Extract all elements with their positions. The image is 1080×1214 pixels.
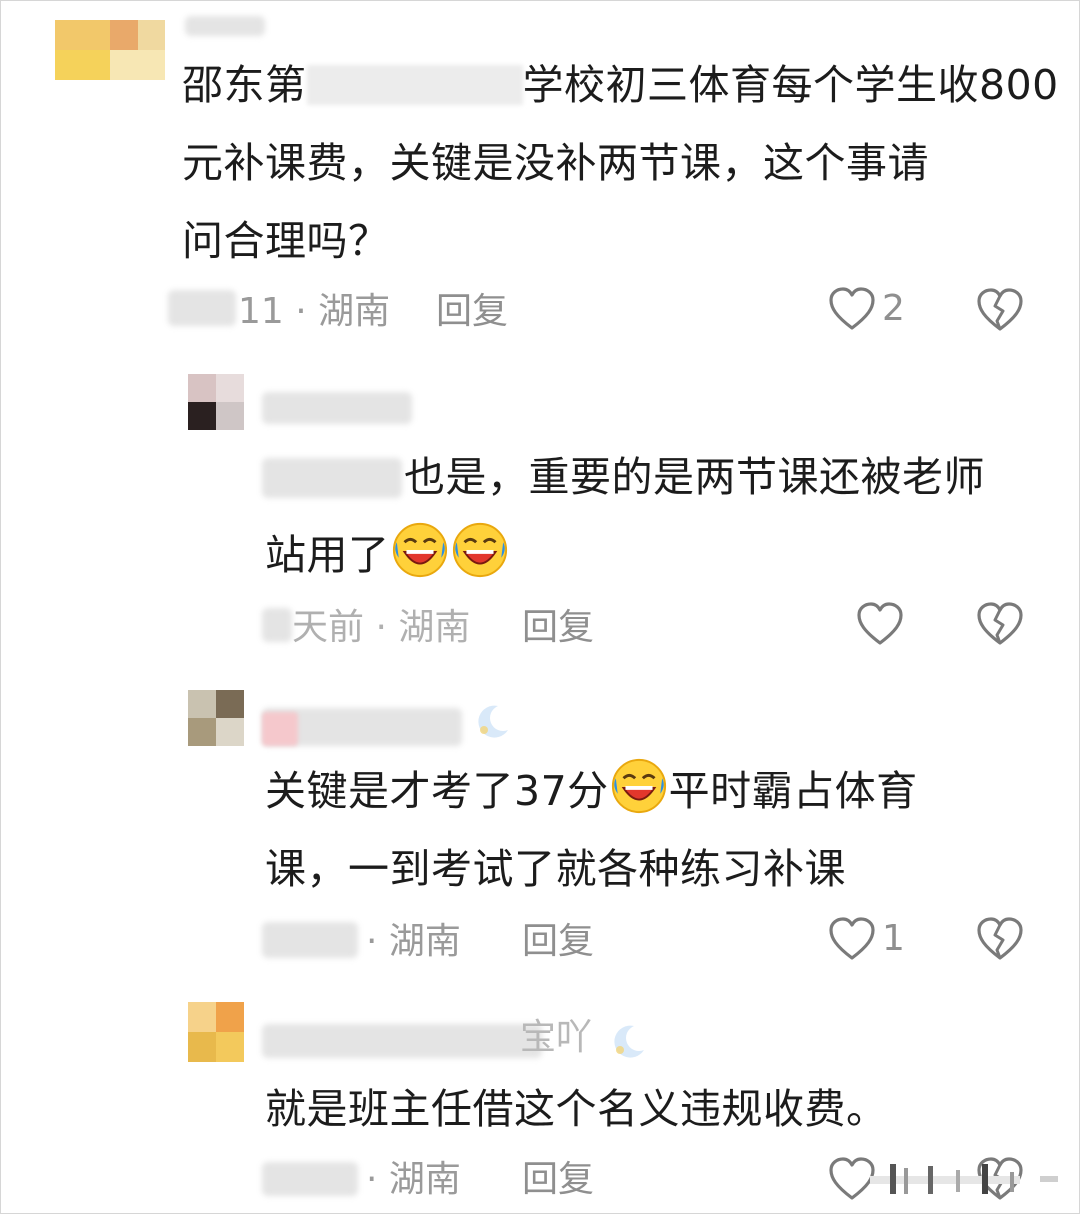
- laughing-crying-emoji: [392, 522, 447, 578]
- reply-button[interactable]: 回复: [436, 290, 508, 334]
- comment-meta: · 湖南: [366, 921, 461, 962]
- username-suffix: 宝吖: [520, 1017, 593, 1058]
- comment-meta: 天前 · 湖南: [292, 607, 471, 648]
- comment-meta: 11 · 湖南: [238, 291, 391, 332]
- reply-button[interactable]: 回复: [522, 1158, 594, 1202]
- mention-blurred: [262, 458, 402, 498]
- username-blurred: [262, 1024, 542, 1058]
- comment-text: 邵东第 学校初三体育每个学生收800 元补课费，关键是没补两节课，这个事请 问合理…: [182, 61, 1059, 265]
- avatar[interactable]: [55, 20, 165, 80]
- comment-text: 关键是才考了37分 平时霸占体育 课，一到考试了就各种练习补课: [265, 752, 918, 908]
- pink-tag-blurred: [262, 712, 298, 746]
- comment-text: 也是，重要的是两节课还被老师: [404, 453, 985, 501]
- dislike-button[interactable]: [976, 287, 1024, 337]
- heart-outline-icon: [829, 1157, 875, 1200]
- comment-text-cont: 站用了: [265, 516, 510, 594]
- dislike-button[interactable]: [976, 916, 1024, 966]
- like-button[interactable]: 1: [828, 916, 905, 962]
- date-blurred: [262, 922, 358, 958]
- broken-heart-icon: [977, 917, 1023, 960]
- heart-outline-icon: [829, 287, 875, 330]
- reply-button[interactable]: 回复: [522, 920, 594, 964]
- like-count: 1: [882, 918, 905, 959]
- like-count: 2: [882, 288, 905, 329]
- laughing-crying-emoji: [611, 758, 666, 814]
- laughing-crying-emoji: [452, 522, 507, 578]
- date-blurred: [168, 290, 236, 326]
- avatar[interactable]: [188, 690, 244, 746]
- sparkle-moon-icon: [604, 1020, 652, 1060]
- date-blurred: [262, 608, 292, 642]
- reply-button[interactable]: 回复: [522, 606, 594, 650]
- username-blurred: [262, 392, 412, 424]
- redacted-text: [306, 65, 523, 105]
- comment-text: 就是班主任借这个名义违规收费。: [265, 1085, 888, 1133]
- username-blurred: [185, 16, 265, 36]
- date-blurred: [262, 1162, 358, 1196]
- like-button[interactable]: [828, 1156, 876, 1202]
- avatar[interactable]: [188, 374, 244, 430]
- comment-meta: · 湖南: [366, 1159, 461, 1200]
- broken-heart-icon: [977, 602, 1023, 645]
- like-button[interactable]: [856, 601, 904, 647]
- dislike-button[interactable]: [976, 601, 1024, 651]
- like-button[interactable]: 2: [828, 286, 905, 332]
- heart-outline-icon: [829, 917, 875, 960]
- avatar[interactable]: [188, 1002, 244, 1062]
- sparkle-moon-icon: [468, 700, 516, 740]
- watermark-bars: [870, 1162, 1060, 1196]
- heart-outline-icon: [857, 602, 903, 645]
- broken-heart-icon: [977, 288, 1023, 331]
